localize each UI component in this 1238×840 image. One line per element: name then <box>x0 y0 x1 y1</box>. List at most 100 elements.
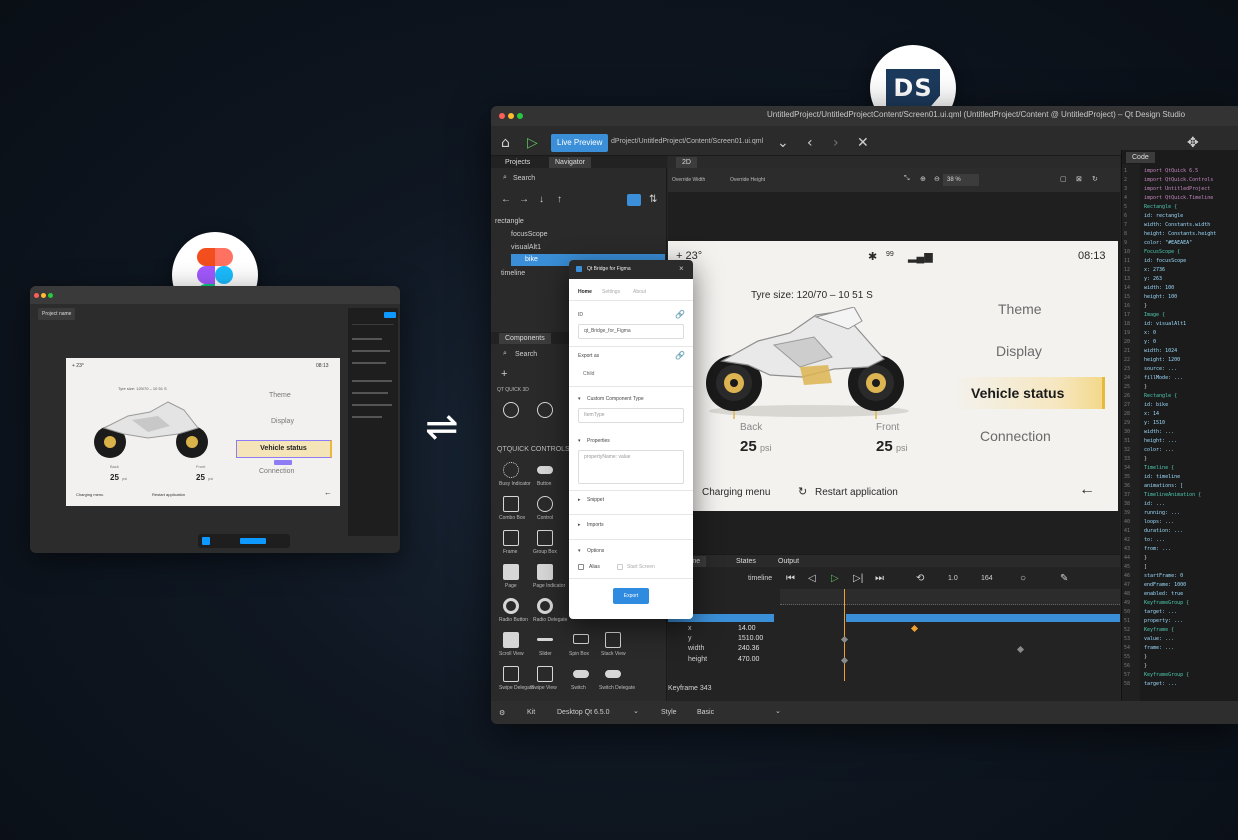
status-style-value[interactable]: Basic <box>697 709 714 716</box>
code-line[interactable]: } <box>1144 663 1147 669</box>
radio-button-icon[interactable] <box>503 598 519 614</box>
properties-label[interactable]: Properties <box>587 438 610 444</box>
menu-theme[interactable]: Theme <box>998 301 1042 317</box>
edit-curve-icon[interactable]: ✎ <box>1060 573 1068 584</box>
keyframe-marker[interactable] <box>840 635 849 644</box>
tab-navigator[interactable]: Navigator <box>549 157 591 168</box>
tab-states[interactable]: States <box>730 556 762 567</box>
code-line[interactable]: property: ... <box>1144 618 1183 624</box>
code-line[interactable]: animations: [ <box>1144 483 1183 489</box>
file-breadcrumb[interactable]: dProject/UntitledProject/Content/Screen0… <box>611 138 763 145</box>
properties-chevron-icon[interactable]: ▾ <box>578 438 581 444</box>
speed-value[interactable]: 1.0 <box>948 575 958 582</box>
record-icon[interactable]: ○ <box>1020 573 1026 584</box>
back-arrow-icon[interactable]: ← <box>1079 481 1095 499</box>
code-line[interactable]: loops: ... <box>1144 519 1174 525</box>
code-line[interactable]: source: ... <box>1144 366 1177 372</box>
tl-row-height-label[interactable]: height <box>688 656 707 663</box>
arrow-left-icon[interactable]: ← <box>501 194 511 205</box>
fit-icon[interactable]: ⤡ <box>904 175 910 183</box>
tab-2d[interactable]: 2D <box>676 157 697 168</box>
keyframe-marker[interactable] <box>910 624 919 633</box>
fig-charging-menu[interactable]: Charging menu <box>76 492 103 497</box>
fig-menu-theme[interactable]: Theme <box>269 392 291 399</box>
reset-icon[interactable]: ⊠ <box>1076 175 1082 183</box>
code-line[interactable]: } <box>1144 303 1147 309</box>
switch-delegate-icon[interactable] <box>605 670 621 678</box>
code-line[interactable]: Rectangle { <box>1144 204 1177 210</box>
tl-row-height-value[interactable]: 470.00 <box>738 656 759 663</box>
code-line[interactable]: TimelineAnimation { <box>1144 492 1201 498</box>
stack-view-icon[interactable] <box>605 632 621 648</box>
current-frame-value[interactable]: 164 <box>981 575 993 582</box>
code-line[interactable]: y: 1510 <box>1144 420 1165 426</box>
selected-track-right[interactable] <box>846 614 1120 622</box>
properties-field[interactable]: propertyName: value <box>578 450 684 484</box>
tab-projects[interactable]: Projects <box>499 157 536 168</box>
loop-icon[interactable]: ⟲ <box>916 573 924 584</box>
live-preview-button[interactable]: Live Preview <box>551 134 609 152</box>
fig-dev-mode-toggle[interactable] <box>240 538 266 544</box>
code-line[interactable]: height: 100 <box>1144 294 1177 300</box>
nav-item-rectangle[interactable]: rectangle <box>495 218 524 225</box>
code-line[interactable]: KeyframeGroup { <box>1144 600 1189 606</box>
code-line[interactable]: import QtQuick.Controls <box>1144 177 1213 183</box>
next-frame-icon[interactable]: ▷| <box>853 573 863 584</box>
dialog-tab-home[interactable]: Home <box>578 289 592 295</box>
control-icon[interactable] <box>537 496 553 512</box>
arrow-up-icon[interactable]: ↑ <box>557 194 562 205</box>
options-section[interactable]: Options <box>587 548 604 554</box>
snippet-chevron-icon[interactable]: ▸ <box>578 497 581 503</box>
code-line[interactable]: } <box>1144 456 1147 462</box>
keyframe-component-icon[interactable] <box>503 402 519 418</box>
play-icon[interactable]: ▷ <box>527 135 538 151</box>
code-editor-panel[interactable]: Code 1 import QtQuick 6.5 2 import QtQuick.… <box>1121 150 1238 701</box>
tab-components[interactable]: Components <box>499 333 551 344</box>
menu-display[interactable]: Display <box>996 343 1042 359</box>
play-timeline-icon[interactable]: ▷ <box>831 573 839 584</box>
dialog-tab-settings[interactable]: Settings <box>602 289 620 295</box>
code-line[interactable]: height: ... <box>1144 438 1177 444</box>
arrow-right-icon[interactable]: → <box>519 194 529 205</box>
dialog-tab-about[interactable]: About <box>633 289 646 295</box>
snippet-section[interactable]: Snippet <box>587 497 604 503</box>
code-line[interactable]: id: focusScope <box>1144 258 1186 264</box>
code-line[interactable]: FocusScope { <box>1144 249 1180 255</box>
code-line[interactable]: Image { <box>1144 312 1165 318</box>
spin-box-icon[interactable] <box>573 634 589 644</box>
refresh-icon[interactable]: ↻ <box>1092 175 1098 183</box>
charging-menu-link[interactable]: Charging menu <box>702 487 770 498</box>
code-line[interactable]: to: ... <box>1144 537 1165 543</box>
move-icon[interactable]: ✥ <box>1187 135 1199 151</box>
sort-icon[interactable]: ⇅ <box>649 194 657 205</box>
back-nav-icon[interactable]: ‹ <box>807 135 813 151</box>
code-line[interactable]: color: ... <box>1144 447 1174 453</box>
filter-toggle-icon[interactable] <box>627 194 641 206</box>
add-icon[interactable]: + <box>501 368 507 380</box>
code-line[interactable]: duration: ... <box>1144 528 1183 534</box>
prev-frame-icon[interactable]: ◁ <box>808 573 816 584</box>
code-line[interactable]: running: ... <box>1144 510 1180 516</box>
code-line[interactable]: fillMode: ... <box>1144 375 1183 381</box>
code-line[interactable]: ] <box>1144 564 1147 570</box>
override-height[interactable]: Override Height <box>730 177 765 183</box>
link-icon[interactable]: 🔗 <box>675 310 685 319</box>
fig-tool-active[interactable] <box>202 537 210 545</box>
switch-icon[interactable] <box>573 670 589 678</box>
menu-connection[interactable]: Connection <box>980 428 1051 444</box>
frame-icon[interactable] <box>503 530 519 546</box>
code-line[interactable]: width: ... <box>1144 429 1174 435</box>
close-document-icon[interactable]: ✕ <box>857 135 869 151</box>
code-line[interactable]: enabled: true <box>1144 591 1183 597</box>
dialog-close-icon[interactable]: × <box>679 264 684 273</box>
figma-file-label[interactable]: Project name <box>38 308 76 320</box>
frame-icon-tb[interactable]: ▢ <box>1060 175 1067 183</box>
restart-application-link[interactable]: Restart application <box>815 487 898 498</box>
swipe-view-icon[interactable] <box>537 666 553 682</box>
id-field[interactable]: qt_Bridge_for_Figma <box>578 324 684 339</box>
arrow-down-icon[interactable]: ↓ <box>539 194 544 205</box>
code-line[interactable]: import QtQuick.Timeline <box>1144 195 1213 201</box>
tl-row-x-value[interactable]: 14.00 <box>738 625 756 632</box>
home-icon[interactable]: ⌂ <box>501 135 510 151</box>
code-line[interactable]: color: "#EAEAEA" <box>1144 240 1192 246</box>
